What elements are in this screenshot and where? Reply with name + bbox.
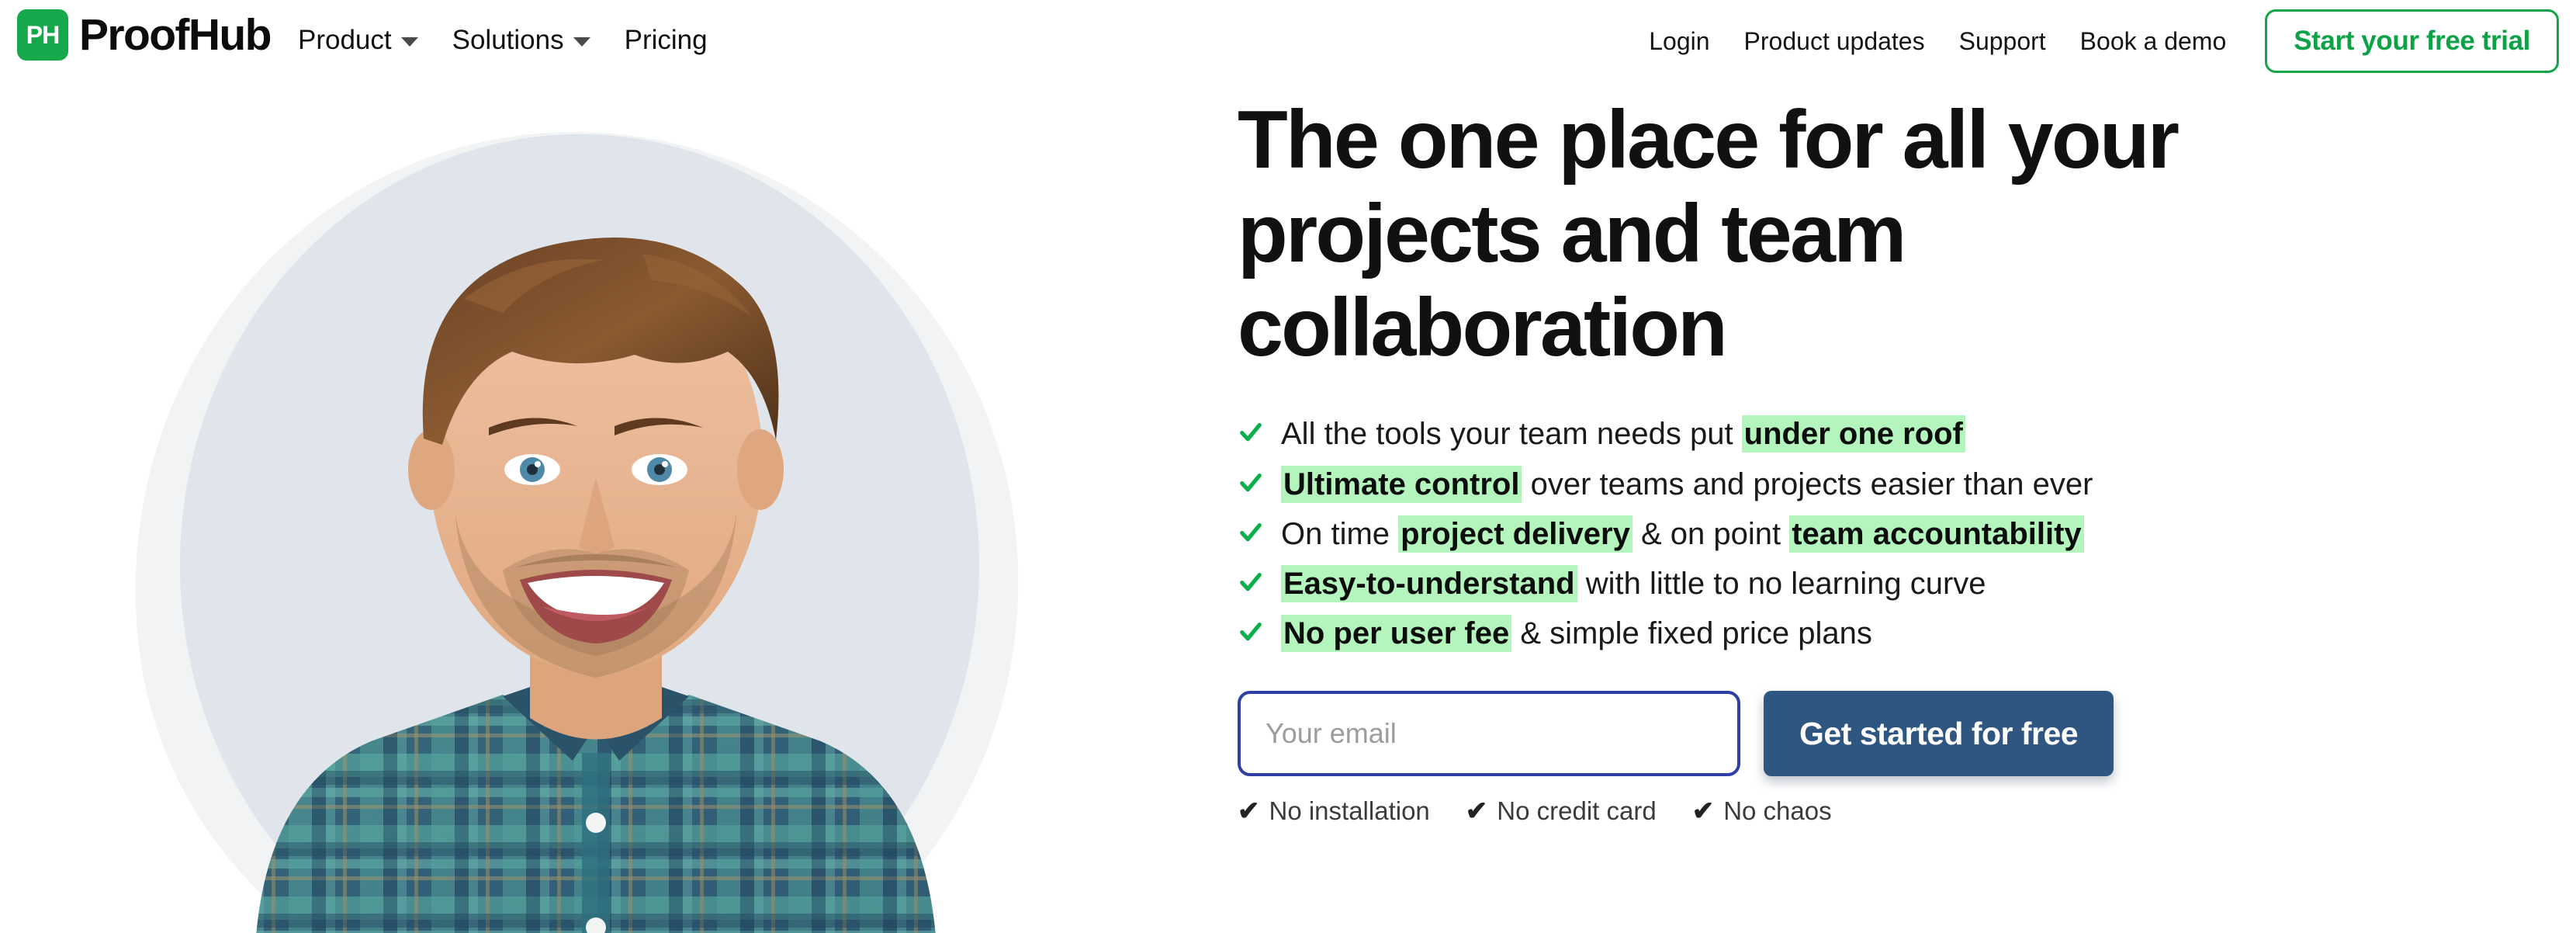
nav-item-book-a-demo[interactable]: Book a demo: [2063, 29, 2244, 54]
nav-item-solutions[interactable]: Solutions: [452, 26, 590, 54]
plain-text: with little to no learning curve: [1577, 567, 1986, 602]
plain-text: & on point: [1632, 516, 1790, 551]
check-icon: [1238, 417, 1264, 448]
nav-item-pricing-label: Pricing: [624, 25, 708, 55]
secondary-nav: Login Product updates Support Book a dem…: [1632, 8, 2559, 75]
highlighted-text: under one roof: [1741, 415, 1965, 453]
highlighted-text: Ultimate control: [1281, 465, 1522, 503]
nav-item-support[interactable]: Support: [1942, 29, 2063, 54]
logo-mark-text: PH: [26, 21, 60, 49]
list-item-label: Easy-to-understand with little to no lea…: [1281, 564, 1986, 604]
trust-item-label: No installation: [1269, 796, 1430, 826]
list-item: All the tools your team needs put under …: [1238, 414, 2557, 454]
hero-visual: [0, 82, 1226, 933]
check-icon: [1238, 567, 1264, 598]
check-icon: [1238, 467, 1264, 498]
trust-item-no-chaos: ✔ No chaos: [1692, 796, 1832, 826]
check-icon: [1238, 517, 1264, 548]
signup-form: Get started for free: [1238, 691, 2557, 777]
nav-item-login[interactable]: Login: [1632, 29, 1726, 54]
highlighted-text: Easy-to-understand: [1281, 565, 1577, 603]
list-item-label: All the tools your team needs put under …: [1281, 414, 1965, 454]
primary-nav: Product Solutions Pricing: [298, 26, 708, 54]
list-item-label: On time project delivery & on point team…: [1281, 515, 2084, 554]
trust-item-no-credit-card: ✔ No credit card: [1466, 796, 1657, 826]
nav-item-product-updates[interactable]: Product updates: [1727, 29, 1942, 54]
highlighted-text: team accountability: [1789, 515, 2084, 553]
nav-item-solutions-label: Solutions: [452, 25, 564, 55]
nav-item-pricing[interactable]: Pricing: [625, 26, 708, 54]
proofhub-logo-icon: PH: [17, 9, 68, 61]
plain-text: On time: [1281, 516, 1399, 551]
start-free-trial-button[interactable]: Start your free trial: [2265, 9, 2559, 73]
check-icon: ✔: [1465, 796, 1488, 827]
plain-text: & simple fixed price plans: [1511, 616, 1872, 651]
list-item: Easy-to-understand with little to no lea…: [1238, 564, 2557, 604]
check-icon: ✔: [1238, 796, 1260, 827]
page-title: The one place for all your projects and …: [1238, 94, 2180, 373]
chevron-down-icon: [400, 36, 418, 47]
plain-text: All the tools your team needs put: [1281, 417, 1742, 452]
list-item: On time project delivery & on point team…: [1238, 515, 2557, 554]
site-header: PH ProofHub Product Solutions Pricing Lo…: [0, 0, 2576, 82]
feature-list: All the tools your team needs put under …: [1238, 414, 2557, 654]
highlighted-text: project delivery: [1398, 515, 1633, 553]
plain-text: over teams and projects easier than ever: [1522, 466, 2093, 501]
list-item-label: Ultimate control over teams and projects…: [1281, 465, 2093, 505]
list-item: No per user fee & simple fixed price pla…: [1238, 614, 2557, 654]
get-started-button[interactable]: Get started for free: [1764, 691, 2114, 777]
nav-item-product[interactable]: Product: [298, 26, 418, 54]
landing-page: PH ProofHub Product Solutions Pricing Lo…: [0, 0, 2576, 933]
brand-name: ProofHub: [79, 9, 272, 60]
list-item-label: No per user fee & simple fixed price pla…: [1281, 614, 1872, 654]
trust-item-label: No chaos: [1723, 796, 1832, 826]
check-icon: ✔: [1691, 796, 1715, 827]
trust-indicators: ✔ No installation ✔ No credit card ✔ No …: [1238, 796, 2557, 826]
brand-logo-link[interactable]: PH ProofHub: [17, 9, 272, 61]
nav-item-product-label: Product: [298, 25, 392, 55]
check-icon: [1238, 616, 1264, 647]
trust-item-no-installation: ✔ No installation: [1238, 796, 1430, 826]
hero-content: The one place for all your projects and …: [1238, 93, 2557, 826]
chevron-down-icon: [573, 36, 590, 47]
highlighted-text: No per user fee: [1281, 615, 1512, 653]
hero-person-image: [256, 238, 936, 933]
trust-item-label: No credit card: [1497, 796, 1657, 826]
email-field[interactable]: [1238, 691, 1740, 777]
list-item: Ultimate control over teams and projects…: [1238, 465, 2557, 505]
